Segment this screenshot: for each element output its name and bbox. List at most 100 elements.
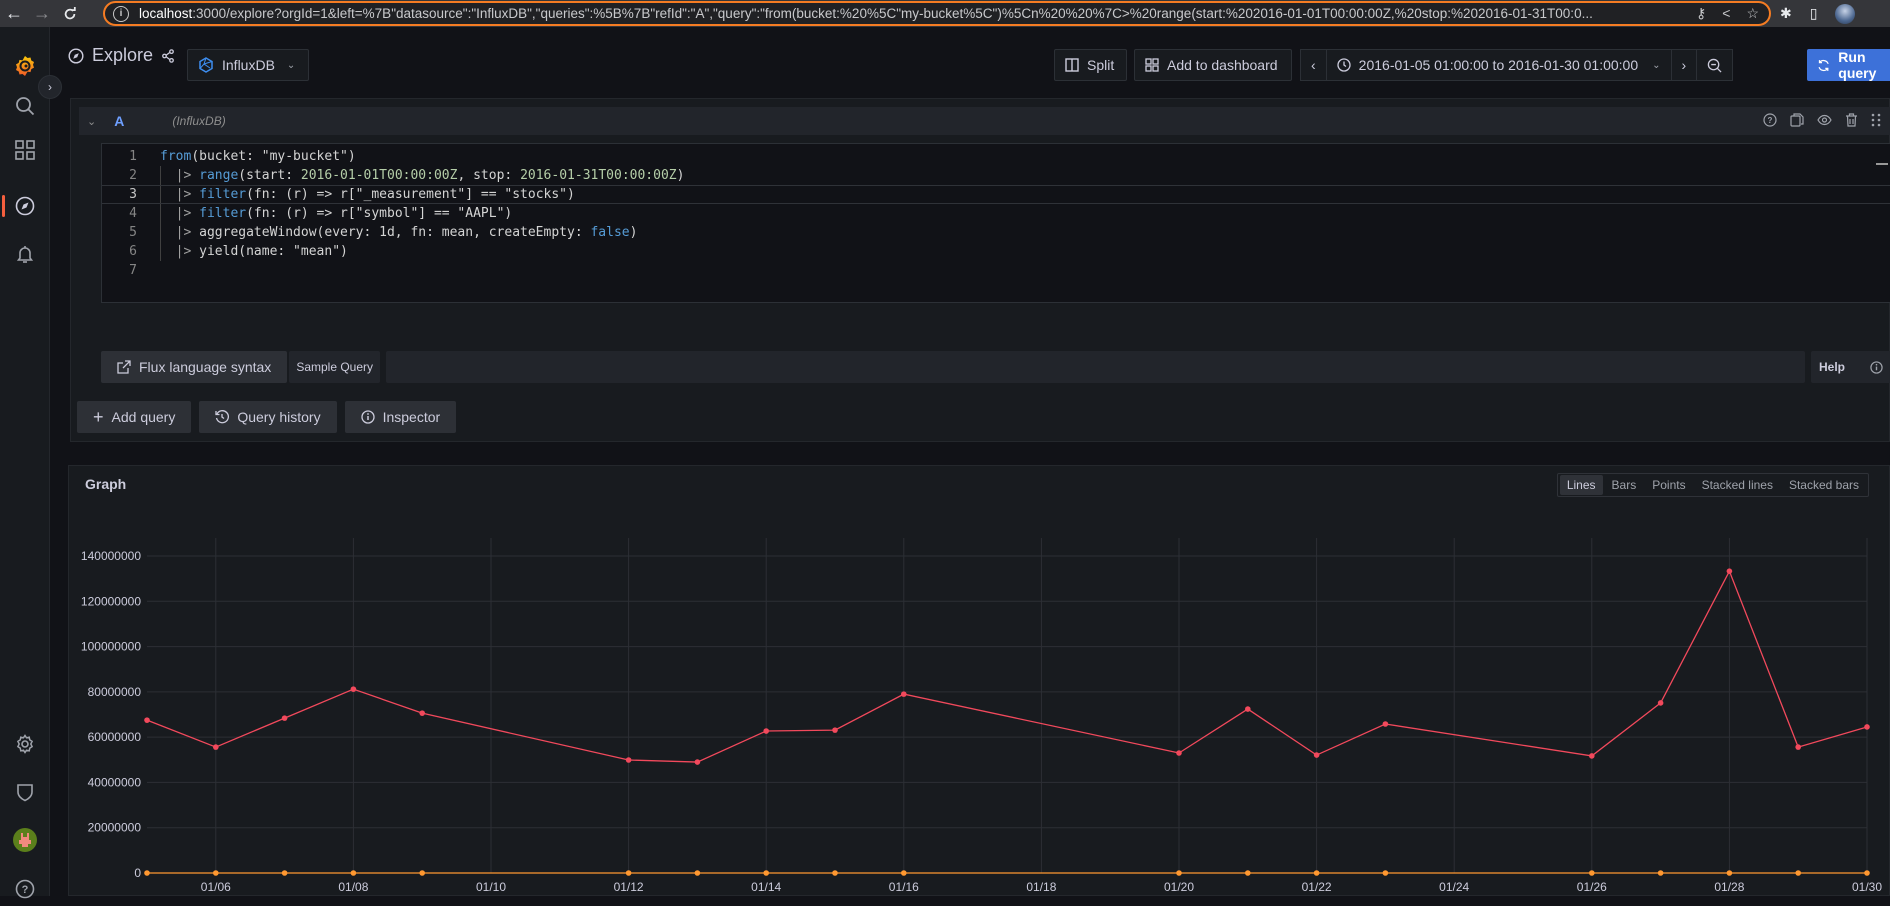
y-tick-label: 140000000: [81, 549, 141, 563]
back-button[interactable]: ←: [0, 0, 28, 27]
query-editor-panel: ⌄ A (InfluxDB) ? 1 from(bucket: "my-bucke…: [70, 98, 1890, 442]
help-icon[interactable]: ?: [8, 872, 42, 906]
datasource-picker[interactable]: InfluxDB ⌄: [187, 49, 309, 81]
data-point-volume: [1176, 750, 1182, 756]
data-point-volume: [1795, 744, 1801, 750]
clock-icon: [1337, 58, 1351, 72]
add-to-dashboard-button[interactable]: Add to dashboard: [1134, 49, 1292, 81]
series-line-volume: [146, 569, 1868, 763]
x-tick-label: 01/08: [338, 880, 368, 894]
shield-icon[interactable]: [8, 775, 42, 809]
chevron-down-icon: ⌄: [1652, 59, 1661, 71]
flux-syntax-link[interactable]: Flux language syntax: [101, 351, 288, 383]
x-tick-label: 01/20: [1164, 880, 1194, 894]
zoom-out-icon: [1707, 58, 1722, 73]
code-line: 7: [129, 263, 137, 278]
drag-handle-icon[interactable]: [1871, 113, 1881, 127]
time-shift-back-button[interactable]: ‹: [1301, 50, 1327, 80]
code-line-3: |> filter(fn: (r) => r["_measurement"] =…: [175, 187, 575, 202]
data-point-volume: [350, 686, 357, 692]
address-bar[interactable]: i localhost:3000/explore?orgId=1&left=%7…: [103, 1, 1771, 26]
data-point-price: [1313, 870, 1320, 876]
duplicate-icon[interactable]: [1790, 113, 1804, 127]
chevron-down-icon: ⌄: [286, 59, 296, 71]
data-point-price: [625, 870, 632, 876]
time-range-text: 2016-01-05 01:00:00 to 2016-01-30 01:00:…: [1358, 57, 1639, 73]
flux-syntax-label: Flux language syntax: [139, 359, 272, 375]
data-point-volume: [763, 728, 769, 734]
inspector-button[interactable]: Inspector: [344, 401, 457, 433]
code-line: 4 |> filter(fn: (r) => r["symbol"] == "A…: [129, 206, 513, 221]
split-button[interactable]: Split: [1054, 49, 1127, 81]
plus-icon: +: [93, 406, 104, 427]
eye-icon[interactable]: [1817, 113, 1832, 127]
explore-toolbar: Explore InfluxDB ⌄ Split Add to dashboar…: [50, 27, 1890, 89]
y-tick-label: 60000000: [88, 730, 142, 744]
share-icon[interactable]: [161, 48, 175, 63]
y-tick-label: 20000000: [88, 821, 142, 835]
help-button[interactable]: Help: [1811, 351, 1890, 383]
data-point-price: [350, 870, 357, 876]
sample-query-dropdown[interactable]: Sample Query: [289, 351, 381, 383]
data-point-price: [281, 870, 288, 876]
collapse-chevron-icon[interactable]: ⌄: [87, 115, 96, 128]
x-tick-label: 01/28: [1714, 880, 1744, 894]
code-line: 6 |> yield(name: "mean"): [129, 244, 348, 259]
data-point-volume: [144, 717, 150, 723]
query-history-button[interactable]: Query history: [199, 401, 337, 433]
info-icon: [360, 410, 375, 424]
forward-button[interactable]: →: [28, 0, 56, 27]
x-tick-label: 01/30: [1852, 880, 1882, 894]
query-ref-id[interactable]: A: [114, 113, 124, 129]
data-point-volume: [1726, 568, 1733, 574]
code-line-current: 3 |> filter(fn: (r) => r["_measurement"]…: [102, 185, 1890, 204]
inspector-label: Inspector: [382, 409, 441, 425]
dashboards-icon[interactable]: [8, 133, 42, 167]
query-actions: + Add query Query history Inspector: [77, 401, 457, 433]
data-point-price: [213, 870, 219, 876]
search-icon[interactable]: [8, 89, 42, 123]
code-line-4: |> filter(fn: (r) => r["symbol"] == "AAP…: [175, 206, 513, 221]
x-tick-label: 01/14: [751, 880, 781, 894]
query-row-header: ⌄ A (InfluxDB) ?: [79, 107, 1890, 135]
alerting-bell-icon[interactable]: [8, 237, 42, 271]
data-point-price: [1589, 870, 1595, 876]
extensions-icon[interactable]: ✱: [1780, 5, 1792, 22]
flux-code-editor[interactable]: 1 from(bucket: "my-bucket") 2 |> range(st…: [101, 143, 1890, 303]
active-indicator: [2, 195, 5, 217]
user-avatar[interactable]: [8, 823, 42, 857]
data-point-price: [1176, 870, 1182, 876]
add-query-button[interactable]: + Add query: [77, 401, 192, 433]
trash-icon[interactable]: [1845, 113, 1858, 127]
sidebar-expand-button[interactable]: ›: [38, 75, 62, 99]
code-line: 5 |> aggregateWindow(every: 1d, fn: mean…: [129, 225, 638, 240]
history-icon: [215, 410, 230, 424]
sidepanel-icon[interactable]: ▯: [1810, 5, 1818, 22]
code-line-2: |> range(start: 2016-01-01T00:00:00Z, st…: [175, 168, 685, 183]
data-point-volume: [1382, 721, 1389, 727]
dashboard-grid-icon: [1145, 58, 1159, 72]
code-line-1: from(bucket: "my-bucket"): [160, 149, 356, 164]
external-link-icon: [117, 360, 131, 374]
run-query-button[interactable]: Run query ⌄: [1807, 49, 1890, 81]
share-icon[interactable]: <: [1722, 5, 1730, 22]
time-range-picker[interactable]: 2016-01-05 01:00:00 to 2016-01-30 01:00:…: [1327, 50, 1672, 80]
help-icon[interactable]: ?: [1763, 113, 1777, 127]
grafana-logo-icon[interactable]: [8, 49, 42, 83]
data-point-volume: [694, 759, 701, 765]
explore-compass-icon[interactable]: [8, 189, 42, 223]
time-shift-forward-button[interactable]: ›: [1672, 50, 1698, 80]
chevron-right-icon: ›: [1681, 57, 1687, 73]
data-point-volume: [281, 715, 288, 721]
browser-profile-avatar[interactable]: [1835, 3, 1856, 24]
configuration-gear-icon[interactable]: [8, 727, 42, 761]
code-line: 1 from(bucket: "my-bucket"): [129, 149, 356, 164]
line-chart[interactable]: 0 20000000 40000000 60000000 80000000 1000000…: [69, 466, 1890, 897]
split-label: Split: [1087, 57, 1115, 73]
helper-spacer: [386, 351, 1805, 383]
site-info-icon[interactable]: i: [113, 5, 129, 22]
key-icon[interactable]: ⚷: [1696, 5, 1706, 22]
bookmark-star-icon[interactable]: ☆: [1746, 5, 1759, 22]
reload-button[interactable]: [56, 0, 84, 27]
zoom-out-button[interactable]: [1697, 50, 1732, 80]
